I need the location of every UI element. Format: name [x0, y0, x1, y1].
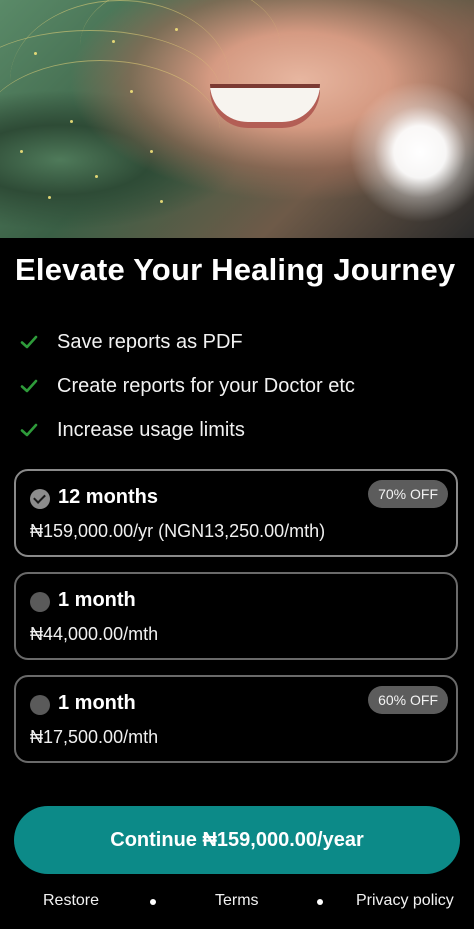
- plan-title: 1 month: [58, 692, 136, 714]
- feature-item: Create reports for your Doctor etc: [19, 364, 459, 408]
- feature-label: Save reports as PDF: [57, 330, 243, 353]
- plan-price: ₦17,500.00/mth: [30, 727, 159, 747]
- plan-option-1-month[interactable]: 1 month ₦44,000.00/mth: [14, 572, 458, 660]
- sparkle: [112, 40, 115, 43]
- plan-price: ₦44,000.00/mth: [30, 624, 159, 644]
- feature-item: Save reports as PDF: [19, 320, 459, 364]
- sparkle: [150, 150, 153, 153]
- sparkle: [160, 200, 163, 203]
- plan-option-1-month-discount[interactable]: 1 month ₦17,500.00/mth 60% OFF: [14, 675, 458, 763]
- separator-dot: [150, 899, 156, 905]
- restore-link[interactable]: Restore: [43, 892, 99, 910]
- radio-checked-icon[interactable]: [30, 489, 50, 509]
- check-icon: [20, 335, 38, 349]
- page-title: Elevate Your Healing Journey: [15, 252, 456, 287]
- feature-list: Save reports as PDF Create reports for y…: [19, 320, 459, 452]
- feature-label: Create reports for your Doctor etc: [57, 374, 355, 397]
- sparkle: [48, 196, 51, 199]
- plan-option-12-months[interactable]: 12 months ₦159,000.00/yr (NGN13,250.00/m…: [14, 469, 458, 557]
- check-icon: [20, 423, 38, 437]
- smile: [210, 84, 320, 122]
- radio-unchecked-icon[interactable]: [30, 592, 50, 612]
- separator-dot: [317, 899, 323, 905]
- footer-links: Restore Terms Privacy policy: [0, 889, 474, 915]
- plan-price: ₦159,000.00/yr (NGN13,250.00/mth): [30, 521, 326, 541]
- hero-image: [0, 0, 474, 238]
- feature-item: Increase usage limits: [19, 408, 459, 452]
- terms-link[interactable]: Terms: [215, 892, 259, 910]
- sparkle: [34, 52, 37, 55]
- privacy-policy-link[interactable]: Privacy policy: [356, 892, 454, 910]
- feature-label: Increase usage limits: [57, 418, 245, 441]
- sparkle: [175, 28, 178, 31]
- sparkle: [70, 120, 73, 123]
- sparkle: [95, 175, 98, 178]
- plan-title: 12 months: [58, 486, 159, 508]
- sparkle: [20, 150, 23, 153]
- check-icon: [20, 379, 38, 393]
- continue-button[interactable]: Continue ₦159,000.00/year: [14, 806, 460, 874]
- discount-badge: 60% OFF: [368, 686, 448, 714]
- discount-badge: 70% OFF: [368, 480, 448, 508]
- sparkle: [130, 90, 133, 93]
- radio-unchecked-icon[interactable]: [30, 695, 50, 715]
- plan-title: 1 month: [58, 589, 136, 611]
